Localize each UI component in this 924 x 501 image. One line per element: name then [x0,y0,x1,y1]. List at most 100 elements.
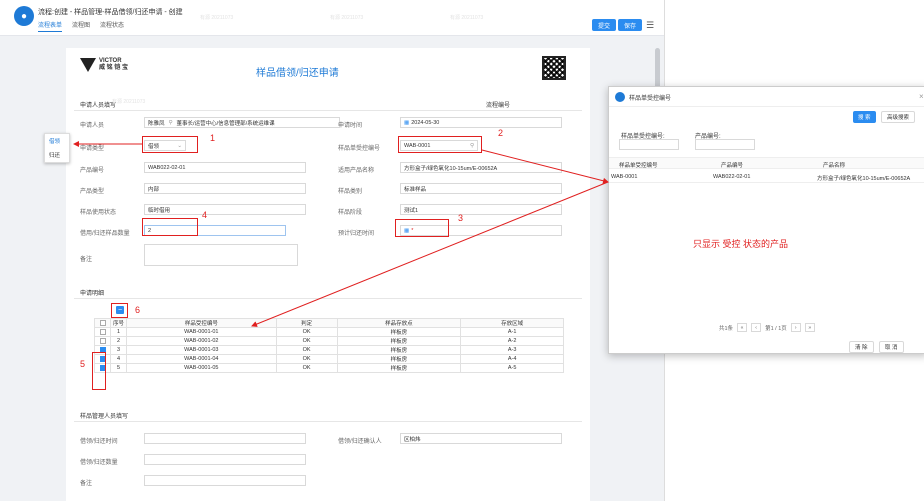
annotation-box-3 [395,219,449,237]
apply-time-value: 2024-05-30 [411,119,440,126]
table-row[interactable]: 1 WAB-0001-01 OK 样板房 A-1 [94,327,564,337]
submit-button[interactable]: 提交 [592,19,617,31]
annotation-number-2: 2 [498,128,504,138]
form-document: VICTOR 威 铭 铠 宝 样品借领/归还申请 申请人员填写 流程编号 申请人… [66,48,590,501]
cancel-button[interactable]: 取 消 [879,341,904,353]
admin-time-field[interactable] [144,433,306,444]
admin-confirm-label: 借领/归还确认人 [338,439,382,445]
row-checkbox[interactable] [99,328,106,335]
watermark: 有源 20211073 [450,15,484,21]
filter-product-no-input[interactable] [695,139,755,150]
sample-type-field: 标准样品 [400,183,562,194]
applicant-field[interactable]: 陈雅凤 ⚲ 董事长/运营中心/信息管理部/系统运维课 [144,117,340,128]
apply-time-label: 申请时间 [338,123,363,129]
pager-prev-icon[interactable]: ‹ [751,323,762,332]
cell-code: WAB-0001-02 [126,336,277,346]
apply-time-field[interactable]: ▦ 2024-05-30 [400,117,562,128]
product-no-value: WAB022-02-01 [148,164,186,171]
usage-status-value: 临时借用 [148,207,171,214]
product-type-value: 内部 [148,186,160,193]
app-logo: ● [14,6,34,26]
cell-area: A-5 [460,363,564,373]
watermark: 有源 20211073 [200,15,234,21]
admin-qty-field[interactable] [144,454,306,465]
admin-qty-label: 借领/归还数量 [80,460,118,466]
select-all-cell[interactable] [94,318,111,328]
dropdown-option-return[interactable]: 归还 [45,148,69,162]
pager-next-icon[interactable]: › [790,323,801,332]
annotation-box-2 [398,136,482,153]
cell-code: WAB-0001-01 [126,327,277,337]
usage-status-label: 样品使用状态 [80,210,117,216]
tab-flowchart[interactable]: 流程图 [72,20,90,32]
dropdown-option-borrow[interactable]: 借领 [45,134,69,148]
tab-status[interactable]: 流程状态 [100,20,124,32]
table-row[interactable]: 3 WAB-0001-03 OK 样板房 A-3 [94,345,564,355]
col-header-place: 样品存放点 [336,318,462,328]
col-header-judge: 判定 [275,318,338,328]
modal-logo-icon [615,92,625,102]
row-select-cell[interactable] [94,327,111,337]
close-icon[interactable]: × [919,92,924,101]
sample-stage-value: 测试1 [404,207,419,214]
admin-time-label: 借领/归还时间 [80,439,118,445]
row-checkbox[interactable] [99,337,106,344]
search-button[interactable]: 搜 索 [853,111,876,123]
admin-confirm-field[interactable]: 区柏炜 [400,433,562,444]
search-icon[interactable]: ⚲ [169,120,173,126]
filter-sample-no-input[interactable] [619,139,679,150]
menu-icon[interactable]: ☰ [646,20,654,31]
sample-type-value: 标准样品 [404,186,427,193]
cell-code: WAB-0001-04 [126,354,277,364]
pager-total: 共1条 [719,325,734,332]
col-header-no: 序号 [110,318,127,328]
table-header-row: 序号 样品受控编号 判定 样品存放点 存放区域 [94,318,564,328]
modal-table-row[interactable]: WAB-0001 WAB022-02-01 方形盒子/绿色氧化10-15um/E… [609,171,924,183]
table-row[interactable]: 4 WAB-0001-04 OK 样板房 A-4 [94,354,564,364]
tab-form[interactable]: 流程表单 [38,20,63,32]
modal-header: 样品单受控编号 × [609,87,924,107]
modal-table-header: 样品单受控编号 产品编号 产品名称 [609,157,924,169]
qr-code [542,56,566,80]
modal-col-code: 样品单受控编号 [619,163,658,169]
brand-mark-icon [80,58,96,72]
return-time-label: 预计归还时间 [338,231,375,237]
annotation-number-5: 5 [80,359,86,369]
admin-confirm-value: 区柏炜 [404,436,421,443]
divider [74,421,582,422]
apply-type-label: 申请类型 [80,146,105,152]
table-row[interactable]: 2 WAB-0001-02 OK 样板房 A-2 [94,336,564,346]
annotation-number-6: 6 [135,305,141,315]
advanced-search-button[interactable]: 高级搜索 [881,111,916,123]
cell-area: A-2 [460,336,564,346]
section-applicant-title: 申请人员填写 [80,103,117,109]
cell-judge: OK [275,345,338,355]
row-select-cell[interactable] [94,336,111,346]
save-button[interactable]: 保存 [618,19,643,31]
cell-no: 5 [110,363,127,373]
brand-name-en: VICTOR [99,58,122,64]
pager-first-icon[interactable]: « [737,323,748,332]
applicant-value: 陈雅凤 [148,120,165,127]
annotation-box-5 [92,352,106,390]
table-row[interactable]: 5 WAB-0001-05 OK 样板房 A-5 [94,363,564,373]
product-type-field: 内部 [144,183,306,194]
annotation-number-3: 3 [458,213,464,223]
sample-select-modal: 样品单受控编号 × 搜 索 高级搜索 样品单受控编号: 产品编号: 样品单受控编… [608,86,924,354]
pager-last-icon[interactable]: » [804,323,815,332]
cell-area: A-4 [460,354,564,364]
apply-type-dropdown: 借领 归还 [44,133,70,163]
modal-col-product-name: 产品名称 [823,163,846,169]
cell-area: A-3 [460,345,564,355]
cell-judge: OK [275,336,338,346]
cell-no: 1 [110,327,127,337]
modal-note: 只显示 受控 状态的产品 [693,239,789,249]
sample-no-label: 样品单受控编号 [338,146,381,152]
select-all-checkbox[interactable] [99,319,106,326]
watermark: 有源 20211073 [330,15,364,21]
remark-textarea[interactable] [144,244,298,266]
flow-number-label: 流程编号 [486,103,511,109]
col-header-code: 样品受控编号 [126,318,277,328]
clear-button[interactable]: 清 除 [849,341,874,353]
admin-remark-field[interactable] [144,475,306,486]
